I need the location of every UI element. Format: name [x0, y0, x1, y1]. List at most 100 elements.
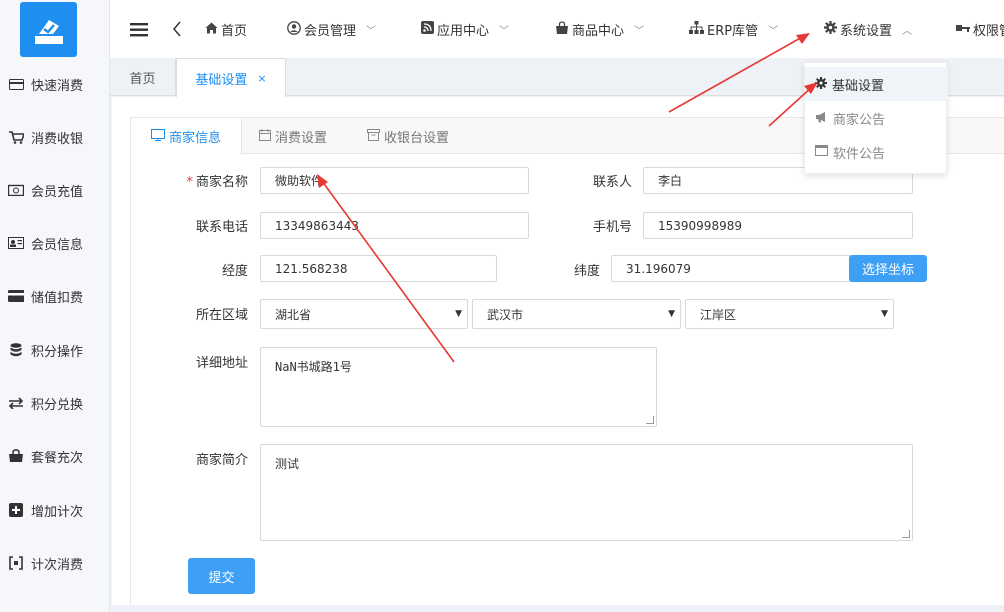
bracket-icon	[8, 556, 24, 570]
longitude-input[interactable]: 121.568238	[260, 255, 497, 282]
key-icon	[956, 21, 970, 38]
mobile-label: 手机号	[592, 220, 632, 235]
subtab-label: 商家信息	[169, 131, 222, 146]
sidebar-item-package[interactable]: 套餐充次	[0, 441, 110, 471]
card-icon	[8, 77, 24, 91]
city-select[interactable]: 武汉市 ▼	[472, 299, 681, 329]
contact-label: 联系人	[592, 175, 632, 190]
nav-label: 商品中心	[572, 23, 625, 39]
nav-member-management[interactable]: 会员管理 ﹀	[287, 0, 376, 58]
nav-home[interactable]: 首页	[205, 0, 247, 58]
sidebar-item-recharge[interactable]: 会员充值	[0, 175, 110, 205]
system-settings-dropdown: 基础设置 商家公告 软件公告	[804, 62, 948, 174]
plus-square-icon	[8, 503, 24, 517]
subtab-cashier-settings[interactable]: 收银台设置	[367, 118, 449, 154]
sidebar-item-label: 会员信息	[31, 237, 84, 253]
sidebar: 快速消费 消费收银 会员充值 会员信息 储值扣费 积分操作 积分兑换 套餐充次 …	[0, 0, 110, 612]
nav-label: 权限管	[973, 23, 1004, 39]
app-logo[interactable]	[20, 2, 77, 57]
megaphone-icon	[815, 111, 828, 126]
sidebar-item-label: 套餐充次	[31, 450, 84, 466]
nav-label: 应用中心	[437, 23, 490, 39]
chevron-down-icon: ﹀	[499, 25, 510, 37]
intro-label: 商家简介	[195, 453, 248, 468]
nav-system-settings[interactable]: 系统设置 ︿	[824, 0, 912, 58]
sidebar-item-member-info[interactable]: 会员信息	[0, 228, 110, 258]
tab-home[interactable]: 首页	[110, 58, 176, 96]
chevron-up-icon: ︿	[902, 25, 913, 37]
tab-label: 基础设置	[195, 72, 248, 88]
tab-basic-settings[interactable]: 基础设置 ×	[176, 58, 286, 97]
chevron-down-icon: ﹀	[366, 25, 377, 37]
caret-down-icon: ▼	[881, 309, 888, 319]
back-button[interactable]	[172, 0, 181, 58]
address-textarea[interactable]: NaN书城路1号	[260, 347, 657, 427]
caret-down-icon: ▼	[455, 309, 462, 319]
cart-icon	[8, 130, 24, 144]
dropdown-label: 软件公告	[833, 146, 886, 162]
sidebar-item-checkout[interactable]: 消费收银	[0, 122, 110, 152]
nav-erp[interactable]: ERP库管 ﹀	[689, 0, 778, 58]
select-value: 湖北省	[275, 307, 312, 322]
phone-input[interactable]: 13349863443	[260, 212, 529, 239]
hamburger-icon	[130, 22, 148, 36]
money-icon	[8, 183, 24, 197]
intro-textarea[interactable]: 测试	[260, 444, 913, 541]
nav-label: ERP库管	[707, 23, 759, 39]
gear-icon	[815, 76, 827, 92]
region-label: 所在区域	[195, 308, 248, 323]
required-mark: *	[186, 175, 193, 190]
province-select[interactable]: 湖北省 ▼	[260, 299, 468, 329]
id-card-icon	[8, 236, 24, 250]
select-value: 武汉市	[487, 307, 524, 322]
sidebar-item-points[interactable]: 积分操作	[0, 335, 110, 365]
caret-down-icon: ▼	[668, 309, 675, 319]
monitor-icon	[151, 129, 165, 144]
nav-permissions[interactable]: 权限管	[956, 0, 1004, 58]
longitude-label: 经度	[221, 264, 248, 279]
sitemap-icon	[689, 21, 704, 37]
sidebar-item-label: 快速消费	[31, 78, 84, 94]
sidebar-item-add-count[interactable]: 增加计次	[0, 495, 110, 525]
sidebar-item-quick-consume[interactable]: 快速消费	[0, 69, 110, 99]
bag-icon	[8, 449, 24, 463]
sidebar-item-label: 计次消费	[31, 557, 84, 573]
dropdown-item-merchant-notice[interactable]: 商家公告	[805, 101, 948, 135]
calendar-icon	[259, 128, 271, 144]
close-icon[interactable]: ×	[257, 72, 266, 85]
sidebar-item-count-consume[interactable]: 计次消费	[0, 548, 110, 578]
exchange-icon	[8, 396, 24, 410]
sidebar-item-label: 增加计次	[31, 504, 84, 520]
submit-button[interactable]: 提交	[188, 558, 255, 594]
latitude-input[interactable]: 31.196079	[611, 255, 851, 282]
sidebar-item-label: 储值扣费	[31, 290, 84, 306]
nav-label: 会员管理	[304, 23, 357, 39]
district-select[interactable]: 江岸区 ▼	[685, 299, 894, 329]
tab-label: 首页	[129, 71, 156, 87]
dropdown-item-basic-settings[interactable]: 基础设置	[805, 67, 948, 101]
sidebar-item-label: 会员充值	[31, 184, 84, 200]
database-icon	[8, 343, 24, 357]
logo-box-icon	[34, 19, 63, 44]
pick-coords-button[interactable]: 选择坐标	[849, 255, 927, 282]
dropdown-label: 基础设置	[832, 78, 885, 94]
dropdown-label: 商家公告	[833, 112, 886, 128]
nav-app-center[interactable]: 应用中心 ﹀	[421, 0, 509, 58]
subtab-label: 消费设置	[275, 130, 328, 146]
merchant-name-input[interactable]: 微助软件	[260, 167, 529, 194]
sidebar-item-label: 消费收银	[31, 131, 84, 147]
rss-icon	[421, 21, 434, 37]
chevron-left-icon	[173, 21, 181, 37]
mobile-input[interactable]: 15390998989	[643, 212, 913, 239]
subtab-label: 收银台设置	[384, 130, 450, 146]
home-icon	[205, 22, 218, 37]
menu-toggle-button[interactable]	[130, 0, 148, 58]
sidebar-item-stored-deduct[interactable]: 储值扣费	[0, 281, 110, 311]
sidebar-item-label: 积分兑换	[31, 397, 84, 413]
dropdown-item-software-notice[interactable]: 软件公告	[805, 135, 948, 169]
nav-label: 系统设置	[840, 23, 893, 39]
subtab-consume-settings[interactable]: 消费设置	[259, 118, 327, 154]
subtab-merchant-info[interactable]: 商家信息	[131, 118, 243, 155]
sidebar-item-points-exchange[interactable]: 积分兑换	[0, 388, 110, 418]
nav-product-center[interactable]: 商品中心 ﹀	[555, 0, 644, 58]
